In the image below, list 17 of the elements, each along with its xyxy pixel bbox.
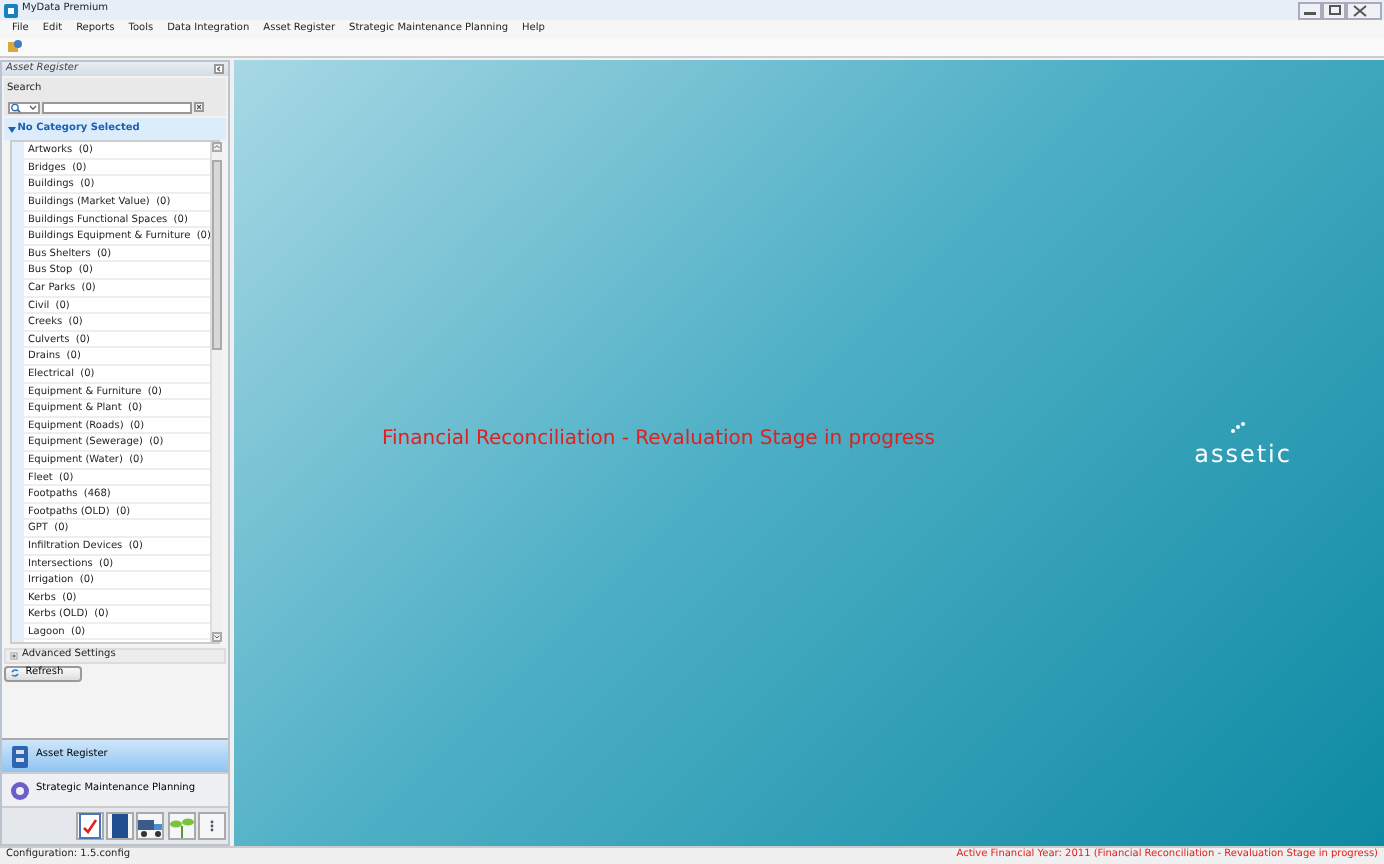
truck-icon[interactable] <box>136 812 165 840</box>
dots-logo-icon <box>1230 422 1247 434</box>
close-button[interactable] <box>1345 1 1382 19</box>
expand-arrow-icon <box>7 125 15 134</box>
refresh-icon <box>10 668 21 679</box>
minimize-button[interactable] <box>1297 1 1322 19</box>
logo-text: assetic <box>1194 440 1292 468</box>
toolbar-tool-icon[interactable] <box>8 40 22 54</box>
scrollbar-thumb[interactable] <box>212 159 223 350</box>
search-icon <box>7 101 39 114</box>
status-message: Financial Reconciliation - Revaluation Stage in progress <box>382 426 935 454</box>
expand-icon <box>9 651 17 659</box>
report-check-icon[interactable] <box>75 812 104 840</box>
cabinet-icon <box>10 745 30 767</box>
search-field[interactable] <box>41 101 192 114</box>
clear-icon <box>194 102 204 113</box>
restore-button[interactable] <box>1321 1 1346 19</box>
